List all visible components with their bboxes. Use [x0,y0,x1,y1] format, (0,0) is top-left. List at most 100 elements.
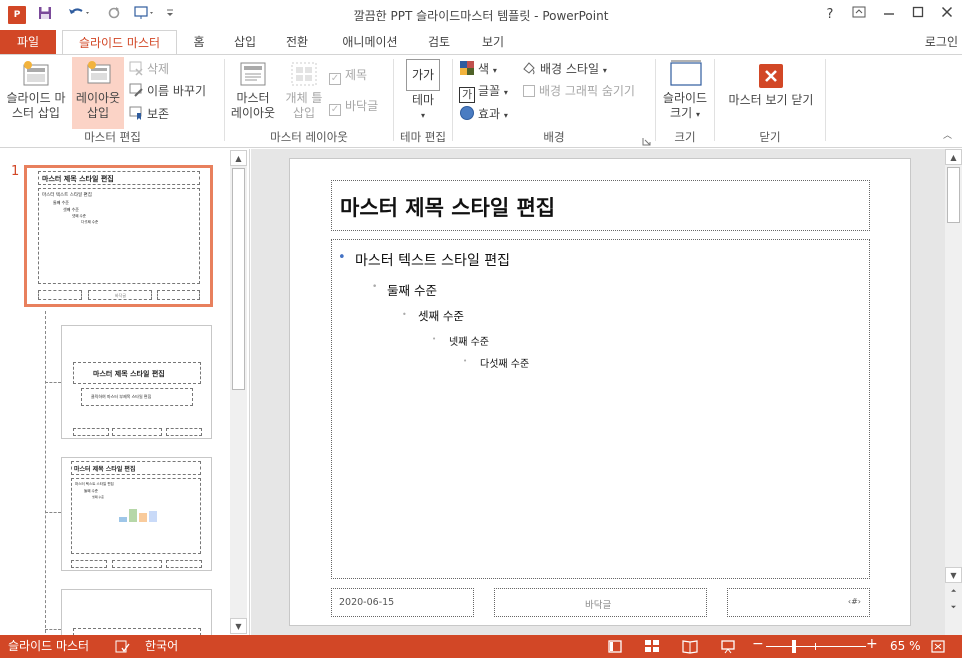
body-level-5-text[interactable]: 다섯째 수준 [480,355,529,370]
slide-size-button[interactable]: 슬라이드 크기 ▾ [658,57,712,129]
close-window-icon[interactable] [935,4,959,26]
bullet-icon: • [402,310,407,319]
insert-layout-label-1: 레이아웃 [75,91,121,105]
group-master-layout: 마스터 레이아웃 개체 틀 삽입 ✓ 제목 ✓ 바닥글 마스터 레이아웃 [225,55,393,147]
reading-view-icon[interactable] [682,639,698,654]
slide-title-text[interactable]: 마스터 제목 스타일 편집 [340,192,555,222]
thumb-body-level-5: 다섯째 수준 [81,220,99,224]
zoom-in-button[interactable]: + [866,636,878,653]
body-level-4-text[interactable]: 넷째 수준 [449,333,489,348]
slide-area-scrollbar[interactable]: ▲ ▼ ⏶ ⏷ [945,149,962,635]
background-styles-button[interactable]: 배경 스타일 ▾ [521,59,607,79]
insert-slide-master-button[interactable]: 슬라이드 마 스터 삽입 [2,57,70,129]
thumb-date-placeholder [73,428,109,436]
footer-placeholder[interactable]: 바닥글 [494,588,707,617]
tab-file[interactable]: 파일 [0,30,56,54]
previous-slide-icon[interactable]: ⏶ [945,583,962,599]
date-placeholder[interactable]: 2020-06-15 [331,588,474,617]
colors-button[interactable]: 색 ▾ [459,59,497,79]
group-master-edit: 슬라이드 마 스터 삽입 레이아웃 삽입 삭제 이름 바꾸기 보존 마스터 편집 [0,55,225,147]
collapse-ribbon-icon[interactable]: ︿ [943,128,952,141]
master-layout-button[interactable]: 마스터 레이아웃 [227,57,279,129]
spelling-check-icon[interactable] [114,639,130,654]
slide-number-placeholder[interactable]: ‹#› [727,588,870,617]
maximize-icon[interactable] [906,4,930,26]
rename-button[interactable]: 이름 바꾸기 [128,81,206,101]
next-slide-icon[interactable]: ⏷ [945,599,962,615]
group-label-master-edit: 마스터 편집 [84,130,141,144]
zoom-slider-track[interactable] [766,646,866,647]
background-dialog-launcher-icon[interactable] [642,135,651,146]
ribbon-display-options-icon[interactable] [847,4,871,26]
thumb-title-placeholder: 마스터 제목 스타일 편집 [73,362,201,384]
zoom-slider-thumb[interactable] [792,640,796,653]
thumbnail-scrollbar[interactable]: ▲ ▼ [230,150,247,634]
slideshow-view-icon[interactable] [720,639,736,654]
zoom-out-button[interactable]: − [752,636,764,653]
body-text-placeholder[interactable]: • 마스터 텍스트 스타일 편집 • 둘째 수준 • 셋째 수준 • 넷째 수준… [331,239,870,579]
themes-button[interactable]: 가가 테마 ▾ [400,57,446,129]
fit-slide-to-window-icon[interactable] [930,639,946,654]
scroll-down-arrow-icon[interactable]: ▼ [230,618,247,634]
preserve-button[interactable]: 보존 [128,104,169,124]
delete-button[interactable]: 삭제 [128,59,169,79]
footer-checkbox[interactable]: ✓ 바닥글 [329,96,378,116]
body-level-3-text[interactable]: 셋째 수준 [418,308,464,324]
tab-insert[interactable]: 삽입 [228,30,262,54]
title-placeholder[interactable]: 마스터 제목 스타일 편집 [331,180,870,231]
insert-layout-button[interactable]: 레이아웃 삽입 [72,57,124,129]
colors-label: 색 [478,62,490,76]
checkbox-unchecked-icon [523,85,535,97]
scrollbar-thumb[interactable] [947,167,960,223]
thumb-body-level-1: 마스터 텍스트 스타일 편집 [75,482,114,486]
fonts-label: 글꼴 [478,84,501,98]
title-checkbox-label: 제목 [345,68,368,82]
body-level-1-text[interactable]: 마스터 텍스트 스타일 편집 [355,250,510,270]
scrollbar-thumb[interactable] [232,168,245,390]
tab-view[interactable]: 보기 [476,30,510,54]
slide-canvas[interactable]: 마스터 제목 스타일 편집 • 마스터 텍스트 스타일 편집 • 둘째 수준 •… [289,158,911,626]
scroll-down-arrow-icon[interactable]: ▼ [945,567,962,583]
group-label-background: 배경 [543,130,565,144]
normal-view-icon[interactable] [607,639,623,654]
footer-text[interactable]: 바닥글 [585,597,611,611]
scroll-up-arrow-icon[interactable]: ▲ [945,149,962,165]
slide-thumbnail-pane[interactable]: 1 마스터 제목 스타일 편집 마스터 텍스트 스타일 편집 둘째 수준 셋째 … [0,149,250,636]
close-master-view-button[interactable]: 마스터 보기 닫기 [719,57,823,129]
help-button[interactable]: ? [818,4,842,26]
sign-in-link[interactable]: 로그인 [925,30,958,54]
scroll-up-arrow-icon[interactable]: ▲ [230,150,247,166]
body-level-2-text[interactable]: 둘째 수준 [387,280,437,299]
insert-placeholder-button[interactable]: 개체 틀 삽입 [281,57,327,129]
slide-master-thumbnail[interactable]: 마스터 제목 스타일 편집 마스터 텍스트 스타일 편집 둘째 수준 셋째 수준… [24,165,213,307]
tab-review[interactable]: 검토 [422,30,456,54]
tab-transitions[interactable]: 전환 [280,30,314,54]
title-slide-layout-thumbnail[interactable]: 마스터 제목 스타일 편집 클릭하여 마스터 부제목 스타일 편집 [61,325,212,439]
thumb-number-placeholder [166,560,202,568]
zoom-level[interactable]: 65 % [890,638,921,655]
section-header-layout-thumbnail[interactable] [61,589,212,636]
tab-slide-master[interactable]: 슬라이드 마스터 [62,30,177,55]
rename-label: 이름 바꾸기 [147,84,207,98]
slide-editing-area[interactable]: 마스터 제목 스타일 편집 • 마스터 텍스트 스타일 편집 • 둘째 수준 •… [251,149,945,635]
thumb-date-placeholder [38,290,82,300]
status-language[interactable]: 한국어 [145,638,178,655]
group-theme-edit: 가가 테마 ▾ 테마 편집 [394,55,452,147]
tab-home[interactable]: 홈 [184,30,214,54]
dropdown-arrow-icon: ▾ [695,110,700,119]
slide-number-text[interactable]: ‹#› [848,597,861,606]
fonts-button[interactable]: 가 글꼴 ▾ [459,81,508,103]
status-view-name: 슬라이드 마스터 [8,639,90,653]
slide-sorter-view-icon[interactable] [644,639,660,654]
effects-button[interactable]: 효과 ▾ [459,104,508,124]
thumb-footer-text: 바닥글 [115,293,127,298]
minimize-icon[interactable] [877,4,901,26]
thumb-footer-placeholder [112,428,162,436]
date-text[interactable]: 2020-06-15 [339,597,394,608]
thumb-date-placeholder [71,560,107,568]
tab-animations[interactable]: 애니메이션 [334,30,406,54]
title-content-layout-thumbnail[interactable]: 마스터 제목 스타일 편집 마스터 텍스트 스타일 편집 둘째 수준 셋째 수준 [61,457,212,571]
hide-background-graphics-checkbox[interactable]: 배경 그래픽 숨기기 [523,81,635,101]
thumb-title-placeholder: 마스터 제목 스타일 편집 [38,171,200,185]
title-checkbox[interactable]: ✓ 제목 [329,65,367,85]
